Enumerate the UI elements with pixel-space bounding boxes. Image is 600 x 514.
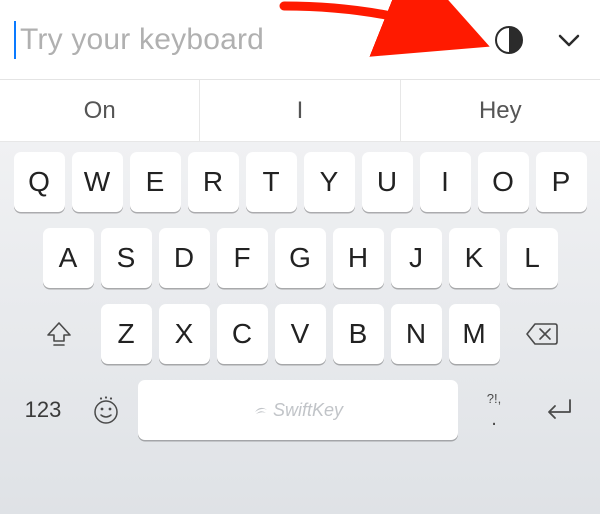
suggestion-3[interactable]: Hey (400, 80, 600, 141)
key-i[interactable]: I (420, 152, 471, 212)
key-j[interactable]: J (391, 228, 442, 288)
key-a[interactable]: A (43, 228, 94, 288)
backspace-icon (525, 321, 559, 347)
shift-key[interactable] (24, 304, 94, 364)
key-row-3: Z X C V B N M (6, 304, 594, 364)
spacebar-key[interactable]: SwiftKey (138, 380, 458, 440)
key-q[interactable]: Q (14, 152, 65, 212)
suggestion-1[interactable]: On (0, 80, 199, 141)
text-caret (14, 21, 16, 59)
key-row-bottom: 123 SwiftKey ?!, . (6, 380, 594, 440)
key-e[interactable]: E (130, 152, 181, 212)
key-l[interactable]: L (507, 228, 558, 288)
key-h[interactable]: H (333, 228, 384, 288)
key-row-1: Q W E R T Y U I O P (6, 152, 594, 212)
keyboard-try-input[interactable]: Try your keyboard (20, 23, 492, 57)
key-d[interactable]: D (159, 228, 210, 288)
punct-top-label: ?!, (487, 392, 501, 405)
emoji-icon (91, 395, 121, 425)
key-n[interactable]: N (391, 304, 442, 364)
input-row: Try your keyboard (0, 0, 600, 80)
expand-button[interactable] (552, 23, 586, 57)
key-p[interactable]: P (536, 152, 587, 212)
key-k[interactable]: K (449, 228, 500, 288)
key-y[interactable]: Y (304, 152, 355, 212)
shift-icon (44, 319, 74, 349)
numbers-key[interactable]: 123 (12, 380, 74, 440)
key-f[interactable]: F (217, 228, 268, 288)
key-row-2: A S D F G H J K L (6, 228, 594, 288)
half-circle-icon (494, 25, 524, 55)
theme-toggle-button[interactable] (492, 23, 526, 57)
key-v[interactable]: V (275, 304, 326, 364)
punct-bot-label: . (491, 409, 497, 429)
key-u[interactable]: U (362, 152, 413, 212)
punctuation-key[interactable]: ?!, . (465, 380, 523, 440)
keyboard: Q W E R T Y U I O P A S D F G H J K L Z … (0, 142, 600, 514)
emoji-key[interactable] (81, 380, 131, 440)
key-s[interactable]: S (101, 228, 152, 288)
chevron-down-icon (556, 27, 582, 53)
spacebar-brand: SwiftKey (253, 400, 343, 421)
backspace-key[interactable] (507, 304, 577, 364)
key-w[interactable]: W (72, 152, 123, 212)
key-o[interactable]: O (478, 152, 529, 212)
key-c[interactable]: C (217, 304, 268, 364)
suggestion-bar: On I Hey (0, 80, 600, 142)
key-z[interactable]: Z (101, 304, 152, 364)
suggestion-2[interactable]: I (199, 80, 399, 141)
spacebar-brand-label: SwiftKey (273, 400, 343, 421)
key-t[interactable]: T (246, 152, 297, 212)
key-g[interactable]: G (275, 228, 326, 288)
key-m[interactable]: M (449, 304, 500, 364)
return-icon (542, 396, 576, 424)
key-r[interactable]: R (188, 152, 239, 212)
swiftkey-logo-icon (253, 402, 269, 418)
key-x[interactable]: X (159, 304, 210, 364)
return-key[interactable] (530, 380, 588, 440)
key-b[interactable]: B (333, 304, 384, 364)
